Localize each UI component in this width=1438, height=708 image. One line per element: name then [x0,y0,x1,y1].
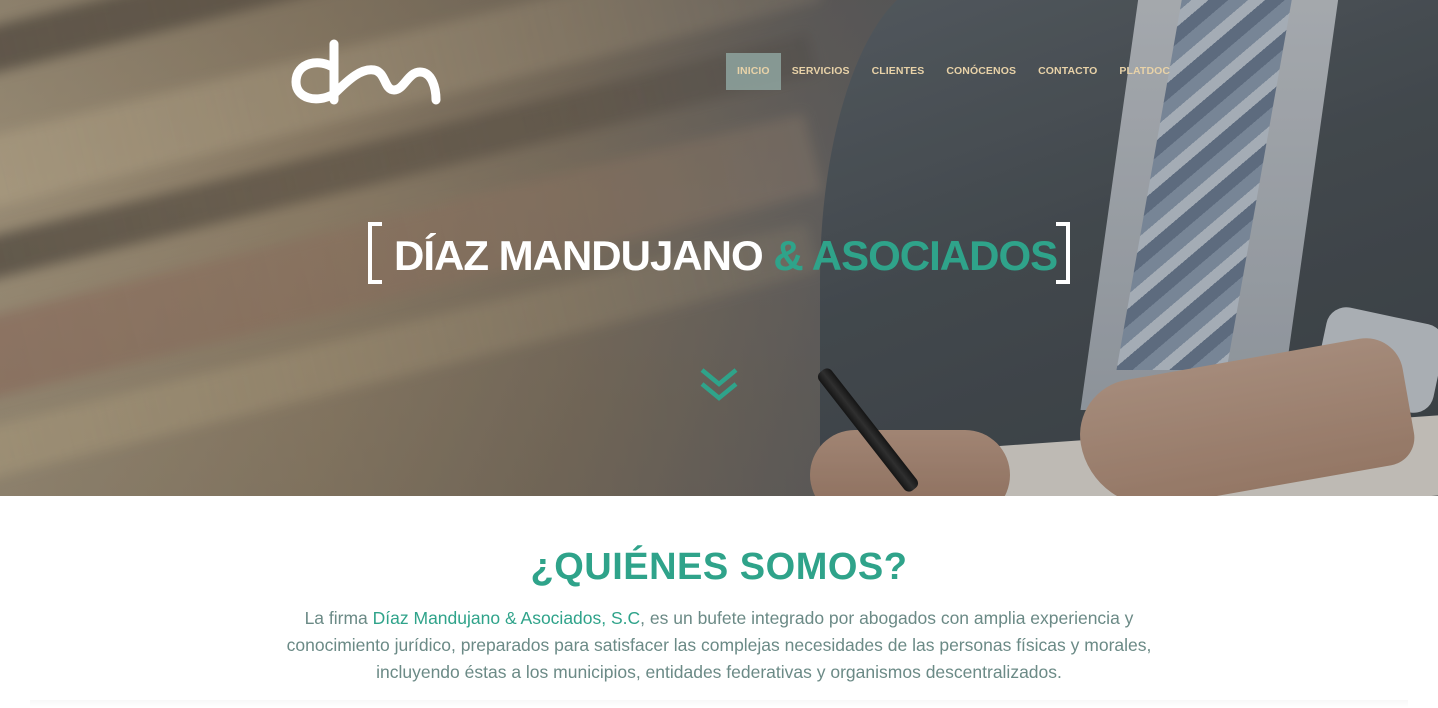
nav-item-servicios[interactable]: SERVICIOS [781,53,861,90]
about-paragraph: La firma Díaz Mandujano & Asociados, S.C… [270,605,1168,686]
hero-title-text: DÍAZ MANDUJANO & ASOCIADOS [394,232,1058,280]
double-chevron-down-icon[interactable] [699,366,739,406]
nav-item-inicio[interactable]: INICIO [726,53,781,90]
section-divider [30,700,1408,708]
nav-item-conocenos[interactable]: CONÓCENOS [935,53,1027,90]
about-heading: ¿QUIÉNES SOMOS? [530,546,908,588]
about-intro: La firma [304,608,373,628]
nav-item-contacto[interactable]: CONTACTO [1027,53,1108,90]
hero-title-accent: & ASOCIADOS [773,232,1058,279]
hero-title-main: DÍAZ MANDUJANO [394,232,764,279]
left-bracket [368,222,382,284]
about-firm-name: Díaz Mandujano & Asociados, S.C [372,608,641,628]
nav-item-clientes[interactable]: CLIENTES [861,53,936,90]
nav-item-platdoc[interactable]: PLATDOC [1108,53,1181,90]
hero-title: DÍAZ MANDUJANO & ASOCIADOS [360,222,1080,292]
dm-logo-icon [291,39,441,105]
right-bracket [1056,222,1070,284]
logo[interactable] [290,38,442,106]
hero-banner: INICIO SERVICIOS CLIENTES CONÓCENOS CONT… [0,0,1438,496]
main-nav: INICIO SERVICIOS CLIENTES CONÓCENOS CONT… [726,53,1181,90]
